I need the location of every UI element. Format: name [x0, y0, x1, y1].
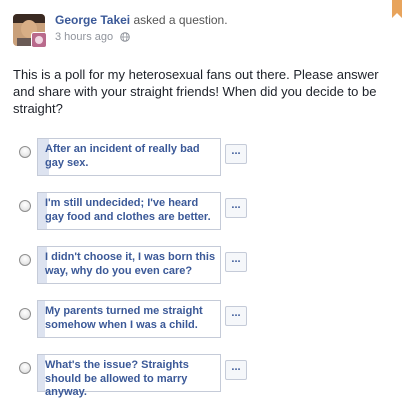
option-more-button[interactable]: ...	[225, 360, 247, 380]
poll-option: I didn't choose it, I was born this way,…	[0, 246, 407, 300]
poll-options: After an incident of really bad gay sex.…	[0, 138, 407, 408]
poll-option: My parents turned me straight somehow wh…	[0, 300, 407, 354]
option-label: My parents turned me straight somehow wh…	[45, 305, 203, 331]
option-radio[interactable]	[19, 146, 31, 158]
option-radio[interactable]	[19, 254, 31, 266]
post-header: George Takei asked a question.	[55, 13, 228, 28]
option-label: I'm still undecided; I've heard gay food…	[45, 197, 211, 223]
option-more-button[interactable]: ...	[225, 252, 247, 272]
poll-option: After an incident of really bad gay sex.…	[0, 138, 407, 192]
poll-option: What's the issue? Straights should be al…	[0, 354, 407, 408]
question-text: This is a poll for my heterosexual fans …	[13, 67, 379, 116]
option-box[interactable]: My parents turned me straight somehow wh…	[37, 300, 221, 338]
option-more-button[interactable]: ...	[225, 306, 247, 326]
option-radio[interactable]	[19, 362, 31, 374]
option-box[interactable]: I'm still undecided; I've heard gay food…	[37, 192, 221, 230]
question-post: George Takei asked a question. 3 hours a…	[0, 0, 407, 418]
option-more-button[interactable]: ...	[225, 198, 247, 218]
option-label: What's the issue? Straights should be al…	[45, 359, 189, 398]
post-meta: 3 hours ago	[55, 30, 130, 46]
poll-option: I'm still undecided; I've heard gay food…	[0, 192, 407, 246]
question-badge-icon	[31, 32, 47, 48]
option-radio[interactable]	[19, 200, 31, 212]
option-radio[interactable]	[19, 308, 31, 320]
option-box[interactable]: What's the issue? Straights should be al…	[37, 354, 221, 398]
option-label: I didn't choose it, I was born this way,…	[45, 251, 216, 277]
globe-icon	[120, 32, 130, 46]
author-name-link[interactable]: George Takei	[55, 13, 130, 27]
bookmark-icon[interactable]	[392, 0, 402, 23]
option-box[interactable]: I didn't choose it, I was born this way,…	[37, 246, 221, 284]
option-label: After an incident of really bad gay sex.	[45, 143, 200, 169]
post-timestamp[interactable]: 3 hours ago	[55, 31, 113, 43]
post-action-text: asked a question.	[133, 13, 228, 27]
option-more-button[interactable]: ...	[225, 144, 247, 164]
option-box[interactable]: After an incident of really bad gay sex.	[37, 138, 221, 176]
